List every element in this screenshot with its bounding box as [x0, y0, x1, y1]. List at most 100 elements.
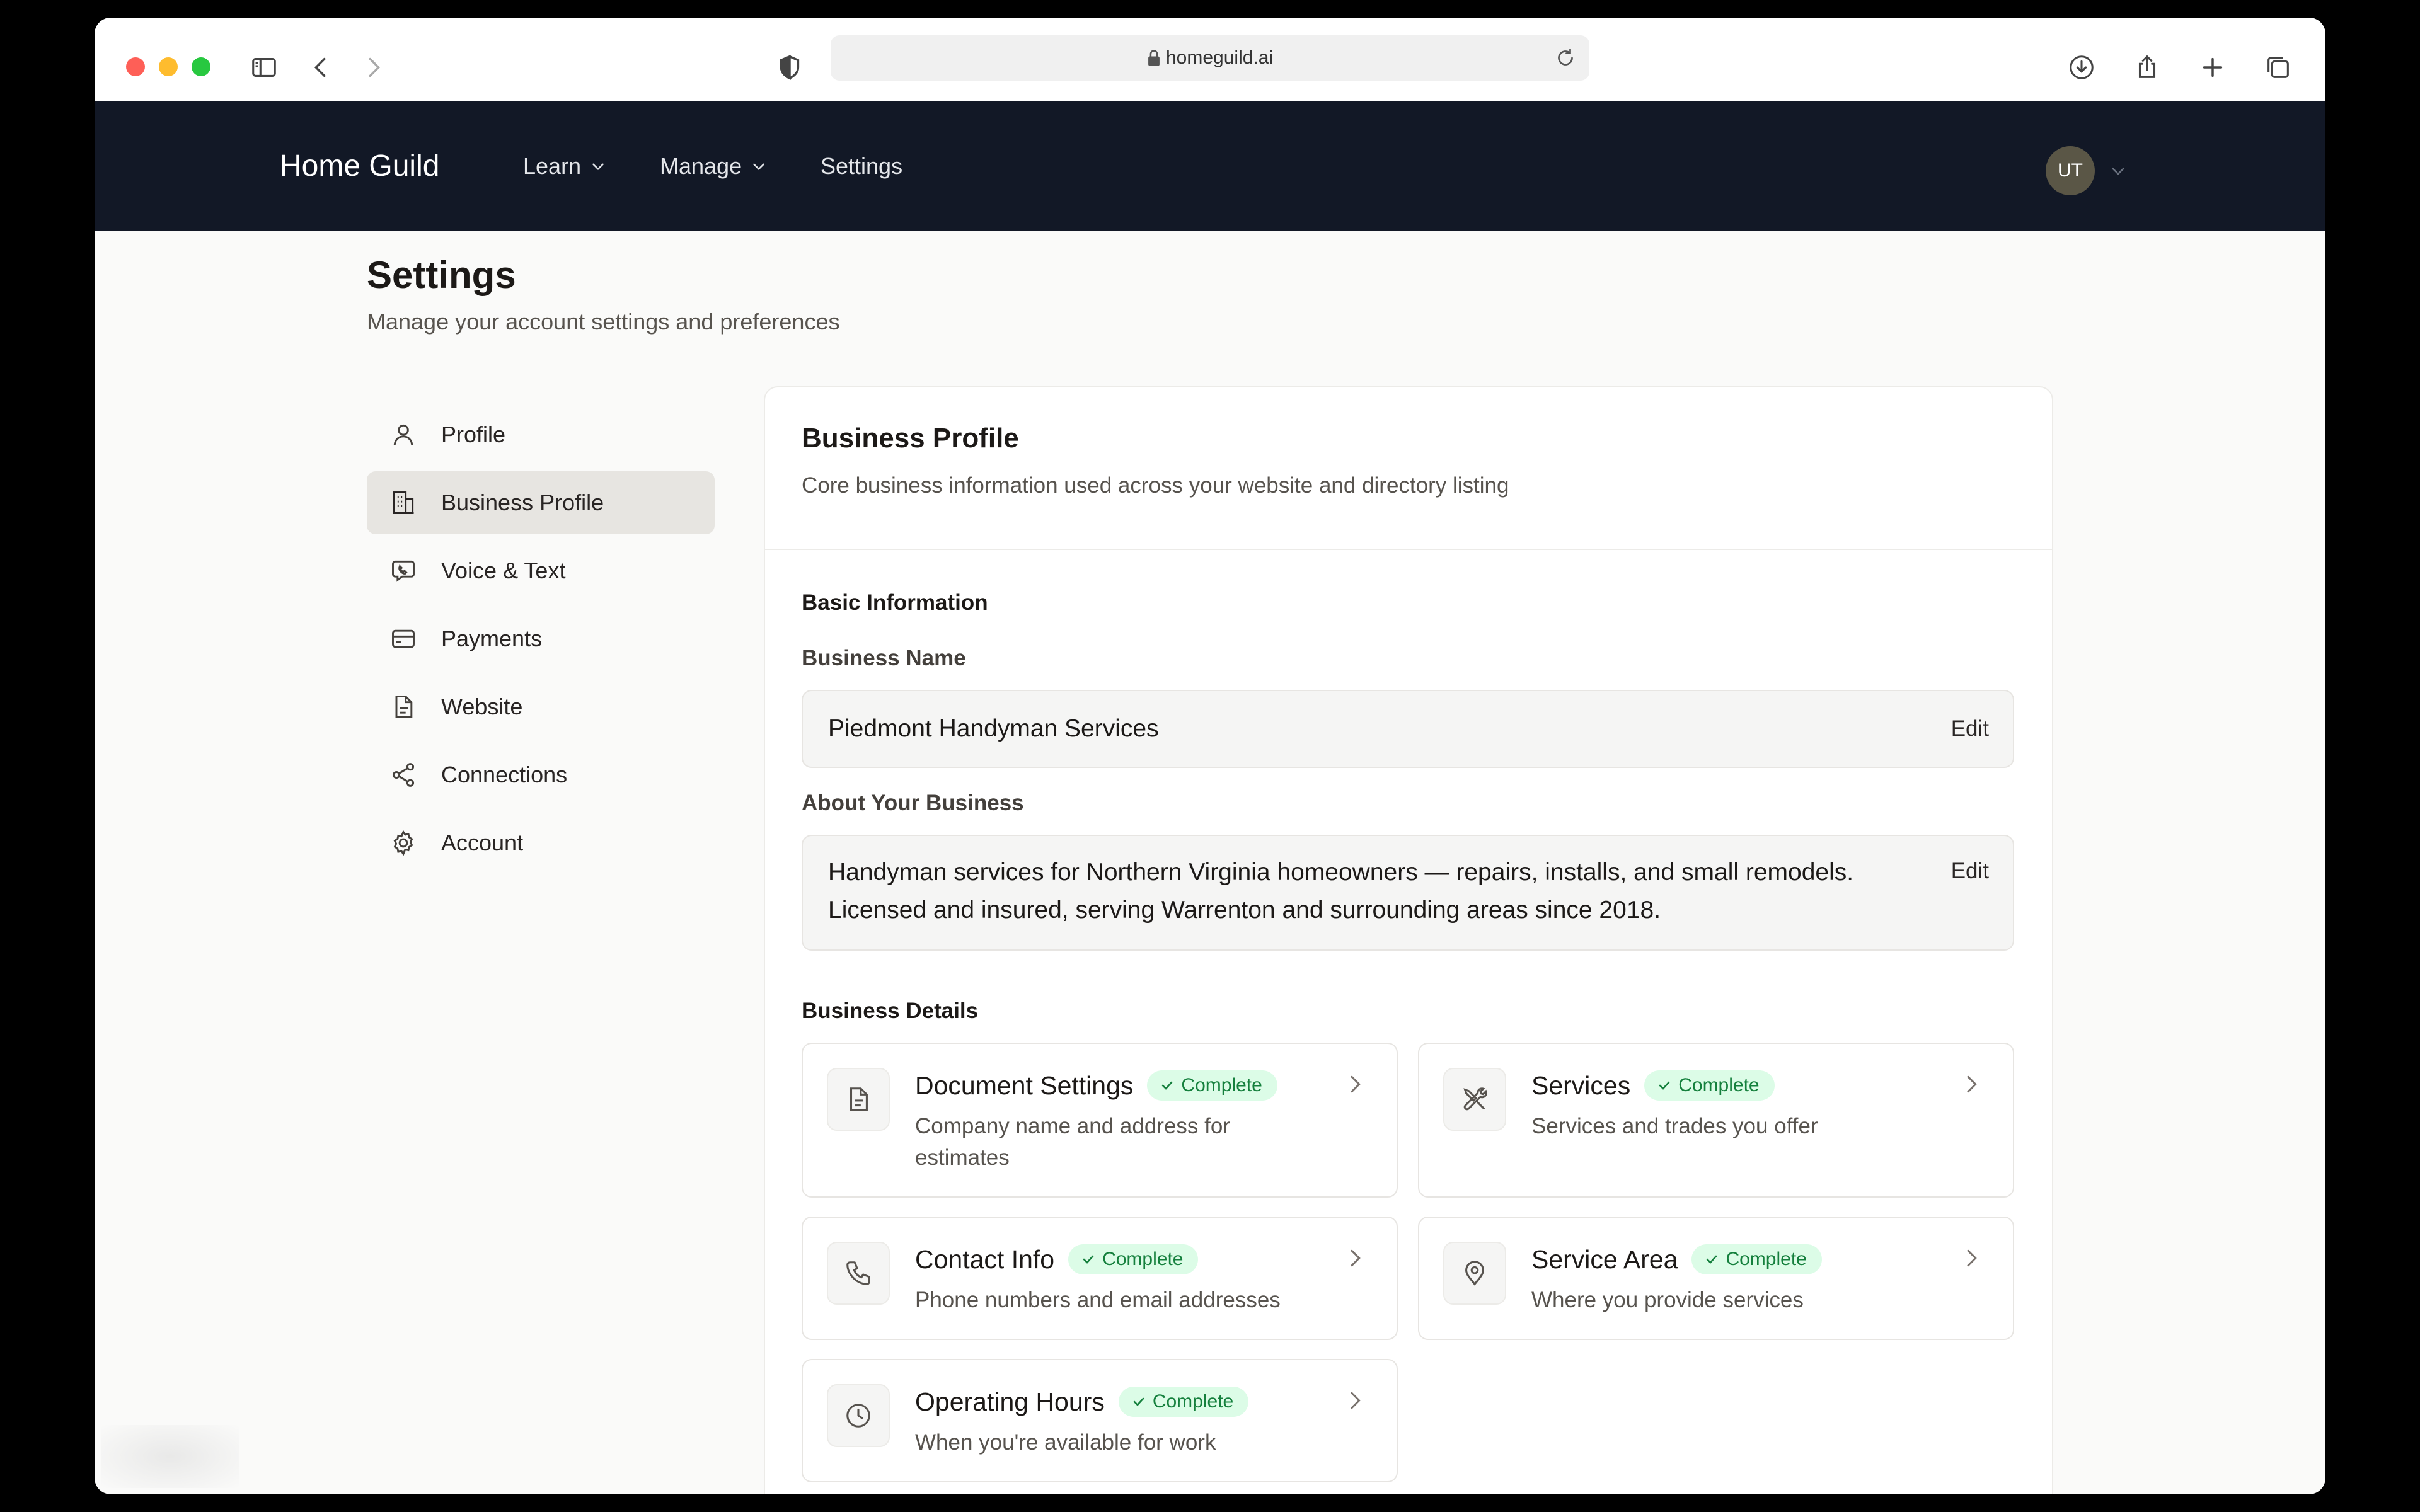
chevron-right-icon: [1351, 1075, 1361, 1093]
app-navbar: Home Guild Learn Manage Settings UT: [95, 101, 2325, 231]
forward-icon[interactable]: [359, 53, 388, 82]
status-badge: Complete: [1118, 1387, 1249, 1417]
edit-business-name-button[interactable]: Edit: [1951, 716, 1989, 742]
edit-about-button[interactable]: Edit: [1951, 859, 1989, 884]
browser-window: homeguild.ai Home Guild Learn Manage Set…: [95, 18, 2325, 1494]
detail-card-operating-hours[interactable]: Operating Hours Complete When you're ava…: [802, 1359, 1398, 1482]
check-icon: [1083, 1255, 1094, 1264]
card-description: Core business information used across yo…: [802, 473, 1509, 498]
status-badge: Complete: [1068, 1244, 1199, 1274]
reload-icon[interactable]: [1554, 47, 1577, 69]
sidebar-item-website[interactable]: Website: [367, 675, 715, 738]
check-icon: [1707, 1255, 1717, 1264]
new-tab-icon[interactable]: [2198, 53, 2227, 82]
check-icon: [1659, 1081, 1670, 1090]
about-business-field: Handyman services for Northern Virginia …: [802, 835, 2014, 951]
sidebar-item-account[interactable]: Account: [367, 811, 715, 874]
minimize-window-button[interactable]: [159, 57, 178, 76]
sidebar-item-connections[interactable]: Connections: [367, 743, 715, 806]
detail-description-line: Services and trades you offer: [1531, 1114, 1818, 1138]
about-business-line-1: Handyman services for Northern Virginia …: [828, 859, 1854, 886]
detail-title-row: Document Settings Complete: [915, 1070, 1277, 1101]
detail-description-line: When you're available for work: [915, 1430, 1216, 1455]
detail-card-contact-info[interactable]: Contact Info Complete Phone numbers and …: [802, 1217, 1398, 1340]
document-icon: [827, 1068, 890, 1131]
sidebar-item-profile[interactable]: Profile: [367, 403, 715, 466]
detail-title: Services: [1531, 1070, 1631, 1100]
privacy-shield-icon[interactable]: [775, 53, 804, 82]
detail-title: Service Area: [1531, 1244, 1678, 1274]
phone-icon: [827, 1242, 890, 1305]
detail-description: When you're available for work: [915, 1427, 1318, 1458]
page-subtitle: Manage your account settings and prefere…: [367, 309, 840, 335]
sidebar-item-label: Business Profile: [441, 490, 604, 515]
nav-settings-label: Settings: [821, 152, 903, 179]
status-badge-label: Complete: [1678, 1075, 1760, 1096]
file-icon: [395, 696, 413, 718]
back-icon[interactable]: [306, 53, 335, 82]
detail-card-service-area[interactable]: Service Area Complete Where you provide …: [1418, 1217, 2014, 1340]
tab-overview-icon[interactable]: [2264, 53, 2293, 82]
check-icon: [1133, 1397, 1144, 1406]
sidebar-item-business-profile[interactable]: Business Profile: [367, 471, 715, 534]
detail-description: Company name and address for estimates: [915, 1111, 1318, 1174]
avatar[interactable]: UT: [2046, 146, 2095, 195]
chevron-right-icon: [1967, 1249, 1977, 1267]
credit-card-icon: [392, 629, 415, 648]
sidebar-item-label: Connections: [441, 762, 568, 788]
nav-manage-label: Manage: [660, 152, 742, 179]
sidebar-item-label: Payments: [441, 626, 543, 651]
brand-logo[interactable]: Home Guild: [280, 101, 439, 231]
address-bar[interactable]: homeguild.ai: [831, 35, 1589, 81]
map-pin-icon: [1443, 1242, 1506, 1305]
chevron-right-icon: [1351, 1249, 1361, 1267]
status-badge: Complete: [1691, 1244, 1822, 1274]
gear-icon: [393, 830, 413, 856]
share-icon: [392, 763, 415, 787]
status-badge-label: Complete: [1181, 1075, 1262, 1096]
about-business-line-2: Licensed and insured, serving Warrenton …: [828, 896, 1661, 924]
detail-description: Where you provide services: [1531, 1285, 1935, 1316]
basic-information-heading: Basic Information: [802, 590, 988, 615]
sidebar-item-label: Account: [441, 830, 524, 856]
detail-description-line: Where you provide services: [1531, 1288, 1804, 1312]
nav-settings[interactable]: Settings: [821, 101, 902, 231]
chevron-down-icon[interactable]: [2109, 161, 2128, 180]
business-details-heading: Business Details: [802, 999, 979, 1023]
nav-learn-label: Learn: [523, 152, 582, 179]
detail-title-row: Services Complete: [1531, 1070, 1775, 1101]
business-profile-card: Business Profile Core business informati…: [764, 386, 2053, 1494]
downloads-icon[interactable]: [2067, 53, 2096, 82]
business-name-label: Business Name: [802, 646, 966, 670]
nav-manage[interactable]: Manage: [660, 101, 767, 231]
detail-description: Phone numbers and email addresses: [915, 1285, 1318, 1316]
detail-title-row: Operating Hours Complete: [915, 1387, 1249, 1417]
building-icon: [393, 491, 414, 514]
tools-icon: [1443, 1068, 1506, 1131]
sidebar-item-voice-text[interactable]: Voice & Text: [367, 539, 715, 602]
sidebar-item-label: Profile: [441, 421, 506, 447]
share-icon[interactable]: [2133, 53, 2162, 82]
detail-card-document-settings[interactable]: Document Settings Complete Company name …: [802, 1043, 1398, 1198]
close-window-button[interactable]: [126, 57, 145, 76]
detail-card-services[interactable]: Services Complete Services and trades yo…: [1418, 1043, 2014, 1198]
detail-title: Contact Info: [915, 1244, 1055, 1274]
maximize-window-button[interactable]: [192, 57, 210, 76]
page-title: Settings: [367, 254, 516, 296]
sidebar-item-payments[interactable]: Payments: [367, 607, 715, 670]
settings-sidebar: Profile Business Profile Voice & Text Pa…: [367, 403, 715, 879]
card-title: Business Profile: [802, 423, 1019, 454]
nav-learn[interactable]: Learn: [523, 101, 606, 231]
status-badge: Complete: [1644, 1070, 1775, 1101]
chevron-right-icon: [1351, 1392, 1361, 1409]
sidebar-toggle-icon[interactable]: [250, 53, 279, 82]
chevron-down-icon: [592, 163, 604, 170]
status-badge-label: Complete: [1726, 1249, 1807, 1269]
detail-description-line: Phone numbers and email addresses: [915, 1288, 1281, 1312]
user-icon: [393, 424, 413, 445]
lock-icon: [1148, 50, 1160, 66]
corner-shadow: [101, 1425, 239, 1488]
detail-title-row: Service Area Complete: [1531, 1244, 1822, 1274]
browser-toolbar: homeguild.ai: [95, 18, 2325, 101]
detail-title-row: Contact Info Complete: [915, 1244, 1199, 1274]
